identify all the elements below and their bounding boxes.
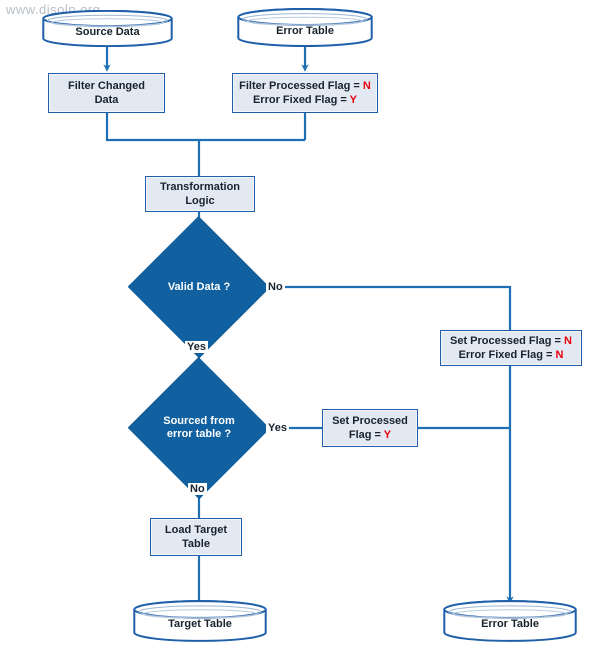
edge-label-validdata-yes: Yes — [185, 341, 208, 353]
node-label-line1: Load Target — [164, 524, 228, 536]
node-label-line2: error table ? — [166, 428, 232, 440]
node-label-line1: Sourced from — [163, 415, 235, 427]
node-label-line2: Logic — [185, 195, 215, 207]
node-filter-processed-flag[interactable]: Filter Processed Flag = N Error Fixed Fl… — [232, 73, 378, 113]
node-label-line2: Flag = — [348, 429, 384, 441]
edge-label-sourced-yes: Yes — [266, 422, 289, 434]
node-error-table-bottom[interactable]: Error Table — [443, 600, 577, 642]
flag-value-processed: N — [362, 80, 371, 92]
cylinder-shape — [443, 600, 577, 642]
node-label: Valid Data ? — [167, 280, 231, 293]
cylinder-shape — [133, 600, 267, 642]
node-target-table[interactable]: Target Table — [133, 600, 267, 642]
node-set-processed-flag-y[interactable]: Set Processed Flag = Y — [322, 409, 418, 447]
edge-label-sourced-no: No — [188, 483, 207, 495]
flag-value-errorfixed: Y — [349, 94, 358, 106]
node-label-line1: Set Processed Flag = — [450, 335, 565, 347]
node-source-data[interactable]: Source Data — [42, 10, 173, 47]
edge-validdata-no — [248, 285, 512, 330]
node-error-table-top[interactable]: Error Table — [237, 8, 373, 47]
node-label-line1: Set Processed — [332, 415, 408, 427]
node-sourced-from-error-decision[interactable]: Sourced from error table ? — [128, 357, 270, 499]
node-label-line2: Data — [94, 94, 119, 106]
node-transformation-logic[interactable]: Transformation Logic — [145, 176, 255, 212]
node-label-line1: Filter Changed — [67, 80, 145, 92]
node-set-processed-flag-n[interactable]: Set Processed Flag = N Error Fixed Flag … — [440, 330, 582, 366]
edge-label-validdata-no: No — [266, 281, 285, 293]
cylinder-shape — [42, 10, 173, 47]
node-label-line2: Error Fixed Flag = — [252, 94, 350, 106]
flowchart-canvas: www.disoln.org Source Data Error Table T… — [0, 0, 600, 657]
node-label-line2: Error Fixed Flag = — [458, 349, 556, 361]
node-label-line1: Transformation — [159, 181, 241, 193]
node-label: Sourced from error table ? — [163, 415, 235, 441]
node-valid-data-decision[interactable]: Valid Data ? — [128, 216, 270, 358]
flag-value-errorfixed: N — [555, 349, 564, 361]
cylinder-shape — [237, 8, 373, 47]
node-label-line2: Table — [182, 538, 210, 550]
flag-value-processed: N — [564, 335, 572, 347]
flag-value-processed: Y — [383, 429, 392, 441]
node-load-target-table[interactable]: Load Target Table — [150, 518, 242, 556]
edge-filter-merge-left — [105, 113, 305, 142]
node-label-line1: Filter Processed Flag = — [239, 80, 363, 92]
node-filter-changed-data[interactable]: Filter Changed Data — [48, 73, 165, 113]
